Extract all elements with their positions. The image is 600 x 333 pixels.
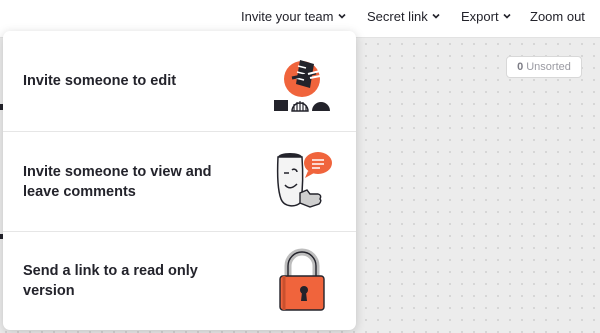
chevron-down-icon: [503, 13, 511, 19]
option-label: Invite someone to edit: [23, 73, 177, 89]
export-menu[interactable]: Export: [461, 0, 512, 32]
chevron-down-icon: [337, 13, 346, 19]
invite-edit-option[interactable]: Invite someone to edit: [3, 31, 356, 131]
secret-link-label: Secret link: [367, 8, 428, 24]
option-label: Invite someone to view and leave comment…: [23, 163, 212, 200]
chevron-down-icon: [432, 13, 440, 19]
zoom-out-button[interactable]: Zoom out: [530, 0, 585, 32]
padlock-illustration: [279, 248, 325, 311]
edit-collaborator-illustration: [274, 60, 330, 112]
zoom-out-label: Zoom out: [530, 8, 585, 24]
invite-team-menu[interactable]: Invite your team: [241, 0, 347, 32]
export-label: Export: [461, 8, 499, 24]
option-label: Send a link to a read only version: [23, 263, 198, 299]
secret-link-menu[interactable]: Secret link: [367, 0, 441, 32]
invite-team-label: Invite your team: [241, 8, 334, 24]
comment-illustration: [276, 151, 332, 208]
read-only-link-option[interactable]: Send a link to a read only version: [3, 231, 356, 330]
invite-dropdown: Invite someone to edit Invite someone to…: [3, 31, 356, 330]
unsorted-label: Unsorted: [526, 61, 571, 73]
unsorted-count: 0: [517, 61, 524, 73]
invite-comment-option[interactable]: Invite someone to view and leave comment…: [3, 131, 356, 231]
unsorted-button[interactable]: 0 Unsorted: [506, 56, 582, 78]
